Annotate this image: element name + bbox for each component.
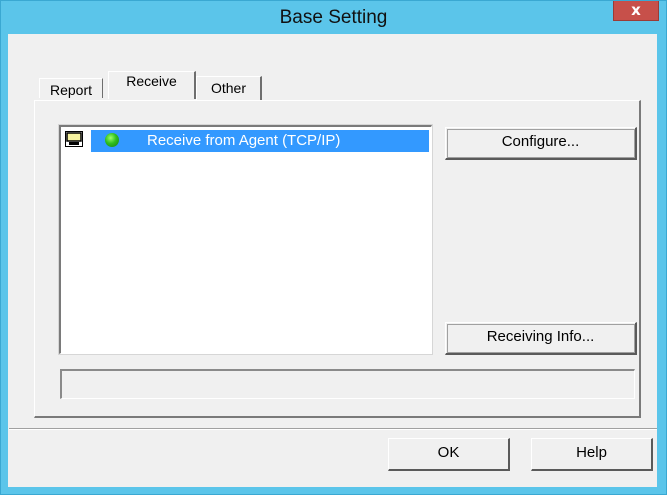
list-item[interactable]: Receive from Agent (TCP/IP): [63, 129, 429, 152]
tab-receive-label: Receive: [126, 73, 177, 89]
title-bar[interactable]: Base Setting: [1, 1, 666, 35]
receiving-info-button[interactable]: Receiving Info...: [445, 322, 637, 355]
ok-button-label: OK: [437, 444, 460, 461]
checkbox-icon[interactable]: [65, 131, 83, 147]
tab-receive[interactable]: Receive: [108, 71, 196, 99]
receive-source-list[interactable]: Receive from Agent (TCP/IP): [58, 124, 433, 355]
divider: [9, 428, 657, 430]
configure-button-label: Configure...: [501, 133, 580, 150]
receiving-info-button-label: Receiving Info...: [486, 328, 595, 345]
tab-other[interactable]: Other: [196, 76, 262, 100]
window-title: Base Setting: [279, 7, 388, 28]
close-button[interactable]: x: [613, 1, 659, 21]
configure-button[interactable]: Configure...: [445, 127, 637, 160]
green-globe-icon: [105, 133, 119, 147]
list-item-label: Receive from Agent (TCP/IP): [147, 132, 341, 149]
tab-report[interactable]: Report: [39, 78, 103, 98]
status-field: [60, 369, 635, 399]
tab-report-label: Report: [49, 82, 93, 98]
ok-button[interactable]: OK: [388, 438, 510, 471]
help-button-label: Help: [576, 444, 607, 461]
tab-other-label: Other: [210, 80, 246, 96]
help-button[interactable]: Help: [531, 438, 653, 471]
